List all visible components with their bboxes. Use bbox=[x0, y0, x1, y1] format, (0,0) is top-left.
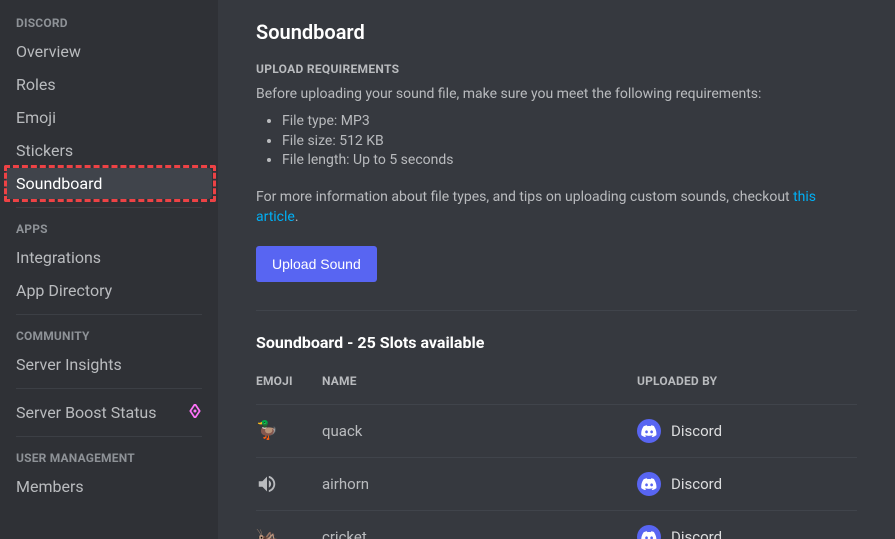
more-info-suffix: . bbox=[295, 209, 299, 225]
discord-avatar-icon bbox=[637, 525, 661, 539]
more-info-prefix: For more information about file types, a… bbox=[256, 189, 793, 205]
uploader-name: Discord bbox=[671, 422, 722, 440]
sound-row[interactable]: airhorn Discord bbox=[256, 457, 857, 510]
requirement-item: File size: 512 KB bbox=[282, 132, 857, 152]
sidebar-header-user-mgmt: USER MANAGEMENT bbox=[6, 445, 212, 469]
sound-row[interactable]: 🦆 quack Discord bbox=[256, 404, 857, 457]
sidebar-item-roles[interactable]: Roles bbox=[6, 69, 212, 100]
sidebar-item-app-directory[interactable]: App Directory bbox=[6, 275, 212, 306]
discord-avatar-icon bbox=[637, 472, 661, 496]
sidebar-divider bbox=[16, 207, 202, 208]
sidebar-item-stickers[interactable]: Stickers bbox=[6, 135, 212, 166]
uploader-name: Discord bbox=[671, 475, 722, 493]
page-title: Soundboard bbox=[256, 20, 857, 44]
sidebar-item-integrations[interactable]: Integrations bbox=[6, 242, 212, 273]
sidebar-item-label: Soundboard bbox=[16, 174, 102, 193]
sound-emoji: 🦆 bbox=[256, 420, 322, 441]
main-content: Soundboard UPLOAD REQUIREMENTS Before up… bbox=[218, 0, 895, 539]
slots-title: Soundboard - 25 Slots available bbox=[256, 333, 857, 352]
sound-name: quack bbox=[322, 422, 637, 440]
upload-requirements-desc: Before uploading your sound file, make s… bbox=[256, 84, 857, 104]
speaker-icon bbox=[256, 473, 278, 495]
sidebar-header-apps: APPS bbox=[6, 216, 212, 240]
upload-sound-button[interactable]: Upload Sound bbox=[256, 246, 377, 282]
uploader-name: Discord bbox=[671, 528, 722, 539]
sidebar-item-server-boost[interactable]: Server Boost Status bbox=[6, 397, 212, 428]
discord-avatar-icon bbox=[637, 419, 661, 443]
sound-uploaded-by: Discord bbox=[637, 525, 857, 539]
content-divider bbox=[256, 310, 857, 311]
sound-name: cricket bbox=[322, 528, 637, 539]
sidebar-header-community: COMMUNITY bbox=[6, 323, 212, 347]
sidebar-divider bbox=[16, 436, 202, 437]
sound-table-header: EMOJI NAME UPLOADED BY bbox=[256, 374, 857, 388]
sidebar-item-emoji[interactable]: Emoji bbox=[6, 102, 212, 133]
sidebar-divider bbox=[16, 314, 202, 315]
sidebar-divider bbox=[16, 388, 202, 389]
sidebar-item-overview[interactable]: Overview bbox=[6, 36, 212, 67]
col-header-name: NAME bbox=[322, 374, 637, 388]
col-header-uploaded-by: UPLOADED BY bbox=[637, 374, 857, 388]
upload-requirements-header: UPLOAD REQUIREMENTS bbox=[256, 62, 857, 76]
sidebar-item-label: Server Boost Status bbox=[16, 403, 157, 422]
sound-name: airhorn bbox=[322, 475, 637, 493]
sound-uploaded-by: Discord bbox=[637, 419, 857, 443]
requirements-list: File type: MP3 File size: 512 KB File le… bbox=[256, 112, 857, 171]
sidebar-item-server-insights[interactable]: Server Insights bbox=[6, 349, 212, 380]
more-info-text: For more information about file types, a… bbox=[256, 187, 857, 228]
settings-sidebar: DISCORD Overview Roles Emoji Stickers So… bbox=[0, 0, 218, 539]
col-header-emoji: EMOJI bbox=[256, 374, 322, 388]
sound-emoji: 🦗 bbox=[256, 526, 322, 539]
sound-uploaded-by: Discord bbox=[637, 472, 857, 496]
requirement-item: File type: MP3 bbox=[282, 112, 857, 132]
sound-row[interactable]: 🦗 cricket Discord bbox=[256, 510, 857, 539]
sidebar-header-discord: DISCORD bbox=[6, 10, 212, 34]
sidebar-item-members[interactable]: Members bbox=[6, 471, 212, 502]
requirement-item: File length: Up to 5 seconds bbox=[282, 151, 857, 171]
boost-icon bbox=[188, 403, 202, 422]
sidebar-item-soundboard[interactable]: Soundboard bbox=[6, 168, 212, 199]
sound-emoji bbox=[256, 473, 322, 495]
